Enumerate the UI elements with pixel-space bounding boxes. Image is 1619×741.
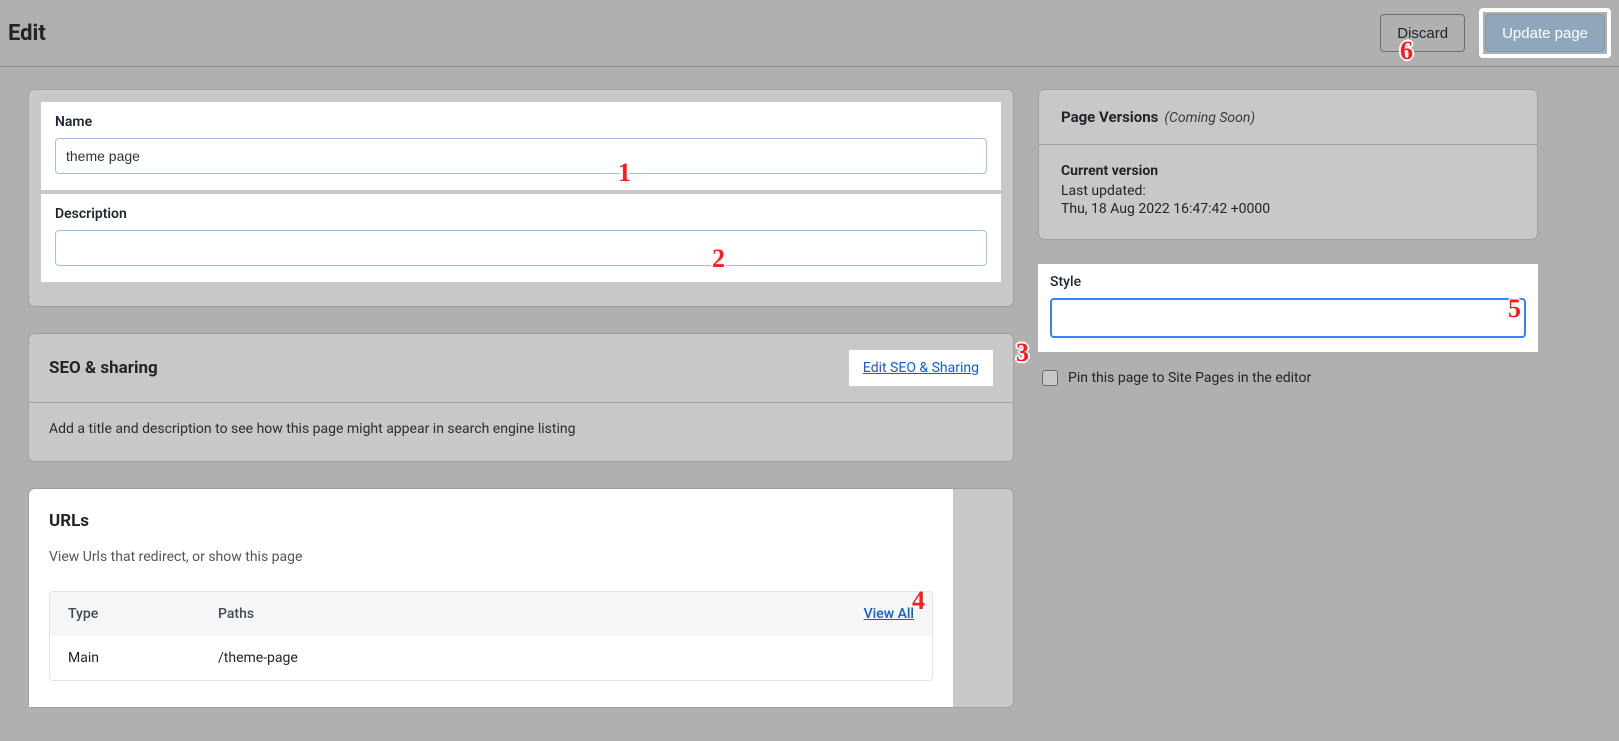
last-updated-label: Last updated:: [1061, 183, 1515, 199]
seo-heading: SEO & sharing: [49, 358, 158, 378]
last-updated-value: Thu, 18 Aug 2022 16:47:42 +0000: [1061, 201, 1515, 217]
urls-inner: URLs View Urls that redirect, or show th…: [29, 489, 953, 707]
row-path: /theme-page: [218, 650, 834, 666]
name-label: Name: [55, 114, 987, 130]
seo-card: SEO & sharing Edit SEO & Sharing Add a t…: [28, 333, 1014, 462]
view-all-link[interactable]: View All: [864, 606, 914, 622]
seo-note: Add a title and description to see how t…: [29, 402, 1013, 461]
basic-info-card: Name Description: [28, 89, 1014, 307]
col-paths-header: Paths: [218, 606, 834, 622]
style-select[interactable]: [1050, 298, 1526, 338]
col-type-header: Type: [68, 606, 218, 622]
topbar: Edit Discard Update page: [0, 0, 1619, 67]
urls-subtext: View Urls that redirect, or show this pa…: [49, 549, 933, 565]
versions-heading: Page Versions: [1061, 108, 1158, 126]
discard-button[interactable]: Discard: [1380, 14, 1465, 52]
versions-card: Page Versions (Coming Soon) Current vers…: [1038, 89, 1538, 240]
versions-head: Page Versions (Coming Soon): [1039, 90, 1537, 145]
edit-seo-link[interactable]: Edit SEO & Sharing: [863, 360, 979, 376]
table-row: Main /theme-page: [50, 636, 932, 680]
topbar-actions: Discard Update page: [1380, 8, 1611, 58]
style-label: Style: [1050, 274, 1526, 290]
description-label: Description: [55, 206, 987, 222]
update-button-highlight: Update page: [1479, 8, 1611, 58]
right-column: Page Versions (Coming Soon) Current vers…: [1038, 89, 1538, 708]
row-type: Main: [68, 650, 218, 666]
pin-checkbox[interactable]: [1042, 370, 1058, 386]
urls-card: URLs View Urls that redirect, or show th…: [28, 488, 1014, 708]
edit-seo-link-box: Edit SEO & Sharing: [849, 350, 993, 386]
versions-coming-soon: (Coming Soon): [1164, 110, 1255, 126]
name-input[interactable]: [55, 138, 987, 174]
current-version-label: Current version: [1061, 163, 1515, 179]
name-block: Name: [41, 102, 1001, 190]
urls-table: Type Paths View All Main /theme-page: [49, 591, 933, 681]
versions-body: Current version Last updated: Thu, 18 Au…: [1039, 145, 1537, 239]
content-area: Name Description SEO & sharing Edit SEO …: [0, 67, 1619, 730]
description-input[interactable]: [55, 230, 987, 266]
description-block: Description: [41, 194, 1001, 282]
update-page-button[interactable]: Update page: [1485, 14, 1605, 52]
pin-label: Pin this page to Site Pages in the edito…: [1068, 370, 1311, 386]
left-column: Name Description SEO & sharing Edit SEO …: [28, 89, 1014, 708]
urls-heading: URLs: [49, 511, 933, 531]
pin-row: Pin this page to Site Pages in the edito…: [1038, 370, 1538, 386]
urls-table-head: Type Paths View All: [50, 592, 932, 636]
page-title: Edit: [8, 21, 46, 46]
style-block: Style: [1038, 264, 1538, 352]
seo-head: SEO & sharing Edit SEO & Sharing: [29, 334, 1013, 402]
